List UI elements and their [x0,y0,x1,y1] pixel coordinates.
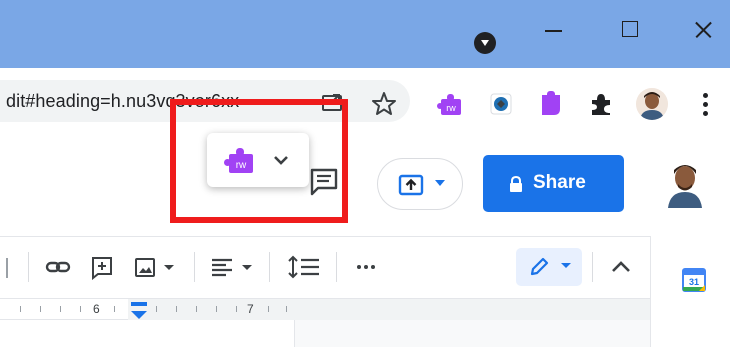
lock-icon [510,176,522,192]
browser-toolbar: dit#heading=h.nu3vq3vor6xx [0,68,730,138]
toolbar-divider [194,252,195,282]
minimize-icon[interactable] [533,12,573,48]
indent-marker[interactable] [131,311,147,319]
align-icon[interactable] [210,254,236,280]
close-icon[interactable] [683,12,723,48]
svg-text:31: 31 [689,277,699,287]
line-spacing-icon[interactable] [287,254,321,280]
profile-avatar[interactable] [636,88,668,120]
add-comment-icon[interactable] [90,254,114,280]
ruler[interactable]: 6 7 [0,298,650,320]
indent-marker[interactable] [131,302,147,306]
profile-dropdown-icon[interactable] [474,32,496,54]
account-avatar[interactable] [664,160,706,208]
document-page[interactable] [0,320,295,347]
ruler-label: 7 [247,302,254,316]
ruler-label: 6 [93,302,100,316]
image-icon[interactable] [134,254,156,280]
calendar-icon[interactable]: 31 [681,267,707,293]
present-button[interactable] [377,158,463,210]
share-label: Share [533,172,586,193]
chrome-window: dit#heading=h.nu3vq3vor6xx rw Share rw 3… [0,0,730,347]
share-button[interactable]: Share [483,155,624,212]
editing-mode-button[interactable] [516,248,582,286]
blue-extension-icon[interactable] [488,91,514,117]
browser-menu-icon[interactable] [693,88,717,120]
collapse-chevron-icon[interactable] [608,254,634,280]
toolbar-divider [28,252,29,282]
ruler-margin [128,299,650,320]
extensions-puzzle-icon[interactable] [588,91,614,117]
present-icon [398,174,424,196]
rw-extension-icon[interactable]: rw [437,91,463,117]
document-canvas [0,320,650,347]
editing-dropdown-icon [561,263,571,268]
toolbar-divider [269,252,270,282]
title-bar [0,0,730,68]
toolbar-divider [6,258,8,278]
more-icon[interactable] [354,254,378,280]
bookmark-star-icon[interactable] [371,91,397,117]
image-dropdown-icon[interactable] [162,254,176,280]
purple-extension-icon[interactable] [538,91,564,117]
present-dropdown-icon[interactable] [435,180,445,186]
edit-pencil-icon [530,257,549,276]
toolbar-divider [336,252,337,282]
highlight-box [170,99,348,223]
rw-badge-text: rw [446,103,456,113]
link-icon[interactable] [44,254,72,280]
toolbar-divider [592,252,593,282]
maximize-icon[interactable] [609,12,649,48]
align-dropdown-icon[interactable] [240,254,254,280]
